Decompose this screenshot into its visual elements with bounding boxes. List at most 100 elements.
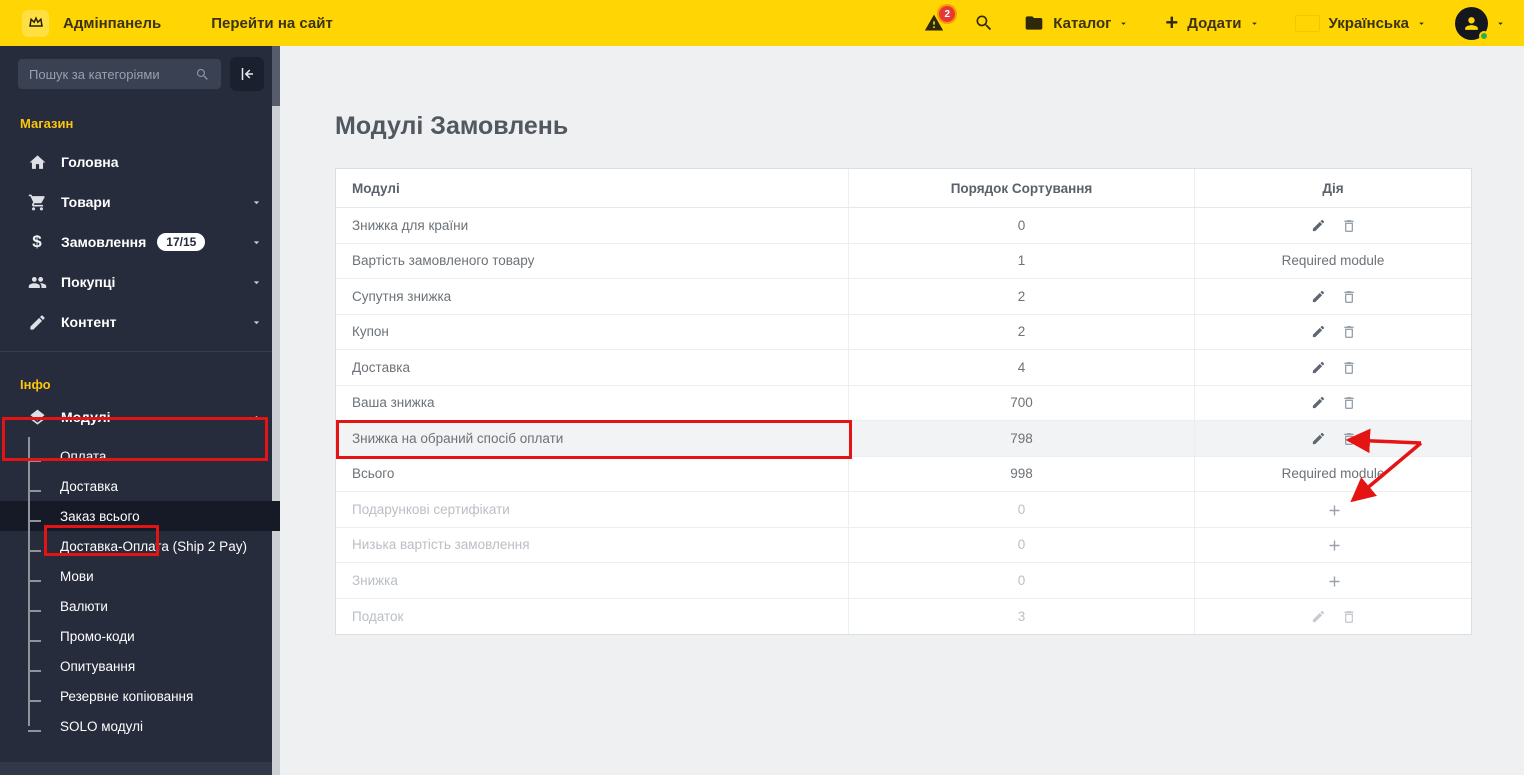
alerts-button[interactable]: 2	[924, 6, 956, 33]
sidebar-item-content[interactable]: Контент	[0, 302, 280, 342]
edit-icon[interactable]	[1311, 431, 1326, 446]
delete-icon[interactable]	[1341, 395, 1356, 410]
go-to-site-link[interactable]: Перейти на сайт	[211, 15, 333, 32]
module-name: Купон	[336, 314, 849, 349]
module-name: Знижка	[336, 563, 849, 598]
sort-order-value: 4	[849, 350, 1195, 385]
chevron-down-icon	[250, 276, 263, 289]
column-header-sort-order: Порядок Сортування	[849, 169, 1195, 207]
orders-count-badge: 17/15	[157, 233, 206, 251]
alerts-count-badge: 2	[939, 6, 956, 22]
search-icon	[196, 68, 208, 80]
sidebar-item-label: Покупці	[61, 274, 116, 290]
search-button[interactable]	[974, 13, 994, 33]
home-icon	[26, 153, 48, 172]
page-title: Модулі Замовлень	[335, 112, 569, 140]
submenu-item-promo-codes[interactable]: Промо-коди	[0, 621, 280, 651]
module-name: Знижка на обраний спосіб оплати	[336, 421, 849, 456]
edit-icon[interactable]	[1311, 218, 1326, 233]
chevron-down-icon	[1251, 22, 1257, 25]
crown-logo-icon[interactable]	[22, 9, 49, 37]
modules-submenu: Оплата Доставка Заказ всього Доставка-Оплат…	[0, 437, 280, 741]
edit-icon[interactable]	[1311, 289, 1326, 304]
table-body: Знижка для країни 0 Вартість замовленого т…	[336, 208, 1471, 634]
sidebar-scrollbar-thumb[interactable]	[272, 46, 280, 106]
ukraine-flag-icon	[1296, 16, 1319, 31]
submenu-item-solo-modules[interactable]: SOLO модулі	[0, 711, 280, 741]
language-menu[interactable]: Українська	[1296, 15, 1427, 32]
action-cell	[1195, 492, 1471, 527]
add-menu[interactable]: + Додати	[1165, 10, 1259, 35]
submenu-item-order-total[interactable]: Заказ всього	[0, 501, 280, 531]
topbar: Адмінпанель Перейти на сайт 2 Каталог + …	[0, 0, 1524, 46]
cart-icon	[26, 193, 48, 212]
action-cell	[1195, 279, 1471, 314]
action-cell: Required module	[1195, 457, 1471, 492]
sidebar-item-modules[interactable]: Модулі	[0, 395, 280, 439]
module-name: Подарункові сертифікати	[336, 492, 849, 527]
sidebar-item-orders[interactable]: $ Замовлення 17/15	[0, 222, 280, 262]
chevron-down-icon	[1498, 22, 1503, 25]
main-content: Модулі Замовлень Модулі Порядок Сортуван…	[280, 46, 1524, 775]
submenu-item-backup[interactable]: Резервне копіювання	[0, 681, 280, 711]
sidebar-item-products[interactable]: Товари	[0, 182, 280, 222]
sidebar-item-label: Замовлення	[61, 234, 147, 250]
delete-icon[interactable]	[1341, 360, 1356, 375]
modules-table: Модулі Порядок Сортування Дія Знижка для…	[335, 168, 1472, 635]
catalog-menu[interactable]: Каталог	[1024, 13, 1129, 33]
chevron-up-icon	[250, 411, 263, 424]
delete-icon	[1341, 609, 1356, 624]
chevron-down-icon	[250, 316, 263, 329]
action-cell	[1195, 599, 1471, 635]
submenu-item-shipping[interactable]: Доставка	[0, 471, 280, 501]
delete-icon[interactable]	[1341, 289, 1356, 304]
table-row: Ваша знижка 700	[336, 385, 1471, 421]
sidebar-item-customers[interactable]: Покупці	[0, 262, 280, 302]
submenu-item-payment[interactable]: Оплата	[0, 441, 280, 471]
collapse-left-icon	[241, 68, 253, 80]
submenu-item-currencies[interactable]: Валюти	[0, 591, 280, 621]
table-row: Вартість замовленого товару 1 Required mod…	[336, 243, 1471, 279]
profile-menu[interactable]	[1455, 6, 1506, 41]
folder-icon	[1025, 16, 1043, 30]
submenu-item-label: Заказ всього	[60, 508, 140, 524]
category-search-input[interactable]: Пошук за категоріями	[18, 59, 221, 89]
tree-line	[28, 437, 30, 726]
person-icon	[1465, 16, 1478, 30]
submenu-item-languages[interactable]: Мови	[0, 561, 280, 591]
action-cell	[1195, 350, 1471, 385]
dollar-icon: $	[32, 232, 42, 251]
install-icon[interactable]	[1326, 573, 1341, 588]
sidebar-collapse-button[interactable]	[230, 57, 264, 91]
sort-order-value: 0	[849, 492, 1195, 527]
submenu-item-label: SOLO модулі	[60, 718, 143, 734]
module-name: Всього	[336, 456, 849, 491]
submenu-item-label: Промо-коди	[60, 628, 135, 644]
submenu-item-surveys[interactable]: Опитування	[0, 651, 280, 681]
submenu-item-ship2pay[interactable]: Доставка-Оплата (Ship 2 Pay)	[0, 531, 280, 561]
module-name: Доставка	[336, 350, 849, 385]
submenu-item-label: Опитування	[60, 658, 136, 674]
sort-order-value: 798	[849, 421, 1195, 456]
delete-icon[interactable]	[1341, 218, 1356, 233]
sidebar-item-label: Товари	[61, 194, 111, 210]
edit-icon[interactable]	[1311, 360, 1326, 375]
search-placeholder: Пошук за категоріями	[29, 66, 160, 82]
column-header-modules: Модулі	[336, 169, 849, 207]
delete-icon[interactable]	[1341, 431, 1356, 446]
sort-order-value: 1	[849, 243, 1195, 278]
sort-order-value: 3	[849, 598, 1195, 634]
plus-icon: +	[1165, 10, 1179, 35]
table-row: Податок 3	[336, 598, 1471, 635]
sidebar-item-home[interactable]: Головна	[0, 142, 280, 182]
install-icon[interactable]	[1326, 502, 1341, 517]
edit-icon[interactable]	[1311, 395, 1326, 410]
table-row: Низька вартість замовлення 0	[336, 527, 1471, 563]
search-icon	[976, 15, 992, 31]
edit-icon[interactable]	[1311, 324, 1326, 339]
chevron-down-icon	[1121, 22, 1127, 25]
required-module-label: Required module	[1281, 466, 1385, 482]
install-icon[interactable]	[1326, 537, 1341, 552]
sidebar: Пошук за категоріями Магазин Головна Това…	[0, 46, 280, 775]
delete-icon[interactable]	[1341, 324, 1356, 339]
